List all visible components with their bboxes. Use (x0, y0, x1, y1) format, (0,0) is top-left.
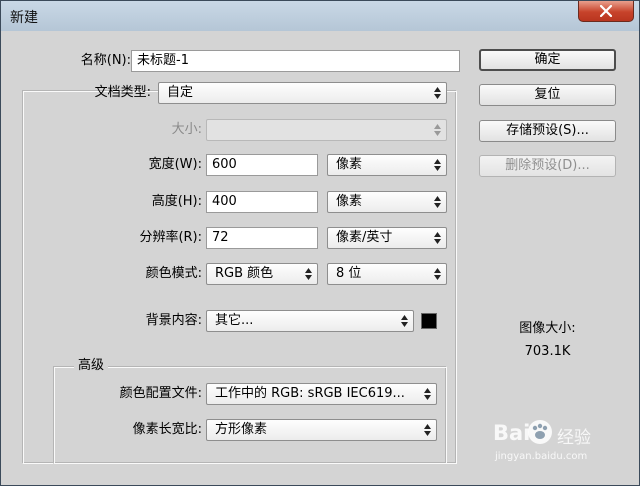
pixel-aspect-select[interactable]: 方形像素 (206, 419, 437, 441)
ok-button[interactable]: 确定 (479, 49, 616, 71)
color-profile-value: 工作中的 RGB: sRGB IEC619... (215, 386, 405, 401)
advanced-group (53, 366, 447, 464)
chevron-updown-icon (434, 124, 441, 136)
chevron-updown-icon (434, 87, 441, 99)
bit-depth-select[interactable]: 8 位 (327, 263, 447, 285)
background-color-swatch[interactable] (421, 313, 437, 329)
resolution-input[interactable]: 72 (206, 227, 318, 249)
delete-preset-button: 删除预设(D)... (479, 155, 616, 177)
watermark-url: jingyan.baidu.com (495, 451, 588, 462)
chevron-updown-icon (401, 315, 408, 327)
background-label: 背景内容: (145, 313, 202, 328)
size-select (206, 119, 447, 141)
height-unit-value: 像素 (336, 194, 363, 209)
advanced-legend[interactable]: 高级 (74, 357, 109, 375)
reset-button[interactable]: 复位 (479, 84, 616, 106)
resolution-label: 分辨率(R): (139, 230, 202, 245)
height-unit-select[interactable]: 像素 (327, 191, 447, 213)
resolution-unit-select[interactable]: 像素/英寸 (327, 227, 447, 249)
bit-depth-value: 8 位 (336, 266, 362, 281)
pixel-aspect-label: 像素长宽比: (132, 422, 202, 437)
background-value: 其它... (215, 313, 254, 328)
chevron-updown-icon (434, 232, 441, 244)
chevron-updown-icon (434, 159, 441, 171)
pixel-aspect-value: 方形像素 (215, 422, 268, 437)
width-unit-value: 像素 (336, 157, 363, 172)
preset-select[interactable]: 自定 (158, 82, 447, 104)
title-bar[interactable]: 新建 (1, 1, 639, 31)
paw-icon (528, 420, 552, 444)
width-unit-select[interactable]: 像素 (327, 154, 447, 176)
chevron-updown-icon (424, 424, 431, 436)
name-input[interactable]: 未标题-1 (131, 50, 460, 72)
size-label: 大小: (171, 122, 202, 137)
chevron-updown-icon (434, 196, 441, 208)
dialog-body: 名称(N): 未标题-1 文档类型: 自定 大小: 宽度(W): 600 像素 … (9, 31, 631, 477)
chevron-updown-icon (424, 388, 431, 400)
height-label: 高度(H): (151, 194, 202, 209)
close-icon (600, 5, 612, 17)
image-size-label: 图像大小: (519, 321, 576, 336)
save-preset-button[interactable]: 存储预设(S)... (479, 120, 616, 142)
dialog-title: 新建 (10, 10, 38, 26)
close-button[interactable] (578, 1, 634, 22)
background-select[interactable]: 其它... (206, 310, 414, 332)
image-size-value: 703.1K (524, 344, 571, 359)
color-mode-select[interactable]: RGB 颜色 (206, 263, 318, 285)
chevron-updown-icon (305, 268, 312, 280)
resolution-unit-value: 像素/英寸 (336, 230, 393, 245)
color-mode-label: 颜色模式: (145, 266, 202, 281)
color-mode-value: RGB 颜色 (215, 266, 274, 281)
width-label: 宽度(W): (148, 157, 202, 172)
new-document-dialog: 新建 名称(N): 未标题-1 文档类型: 自定 大小: 宽度(W): 600 … (0, 0, 640, 486)
watermark-brand-left: Bai (493, 421, 531, 445)
chevron-updown-icon (434, 268, 441, 280)
width-input[interactable]: 600 (206, 154, 318, 176)
color-profile-label: 颜色配置文件: (119, 386, 202, 401)
name-label: 名称(N): (80, 53, 131, 68)
height-input[interactable]: 400 (206, 191, 318, 213)
baidu-watermark: Bai 经验 jingyan.baidu.com (489, 413, 629, 469)
watermark-brand-right: 经验 (557, 428, 591, 448)
color-profile-select[interactable]: 工作中的 RGB: sRGB IEC619... (206, 383, 437, 405)
preset-label: 文档类型: (94, 85, 151, 100)
preset-value: 自定 (167, 85, 194, 100)
